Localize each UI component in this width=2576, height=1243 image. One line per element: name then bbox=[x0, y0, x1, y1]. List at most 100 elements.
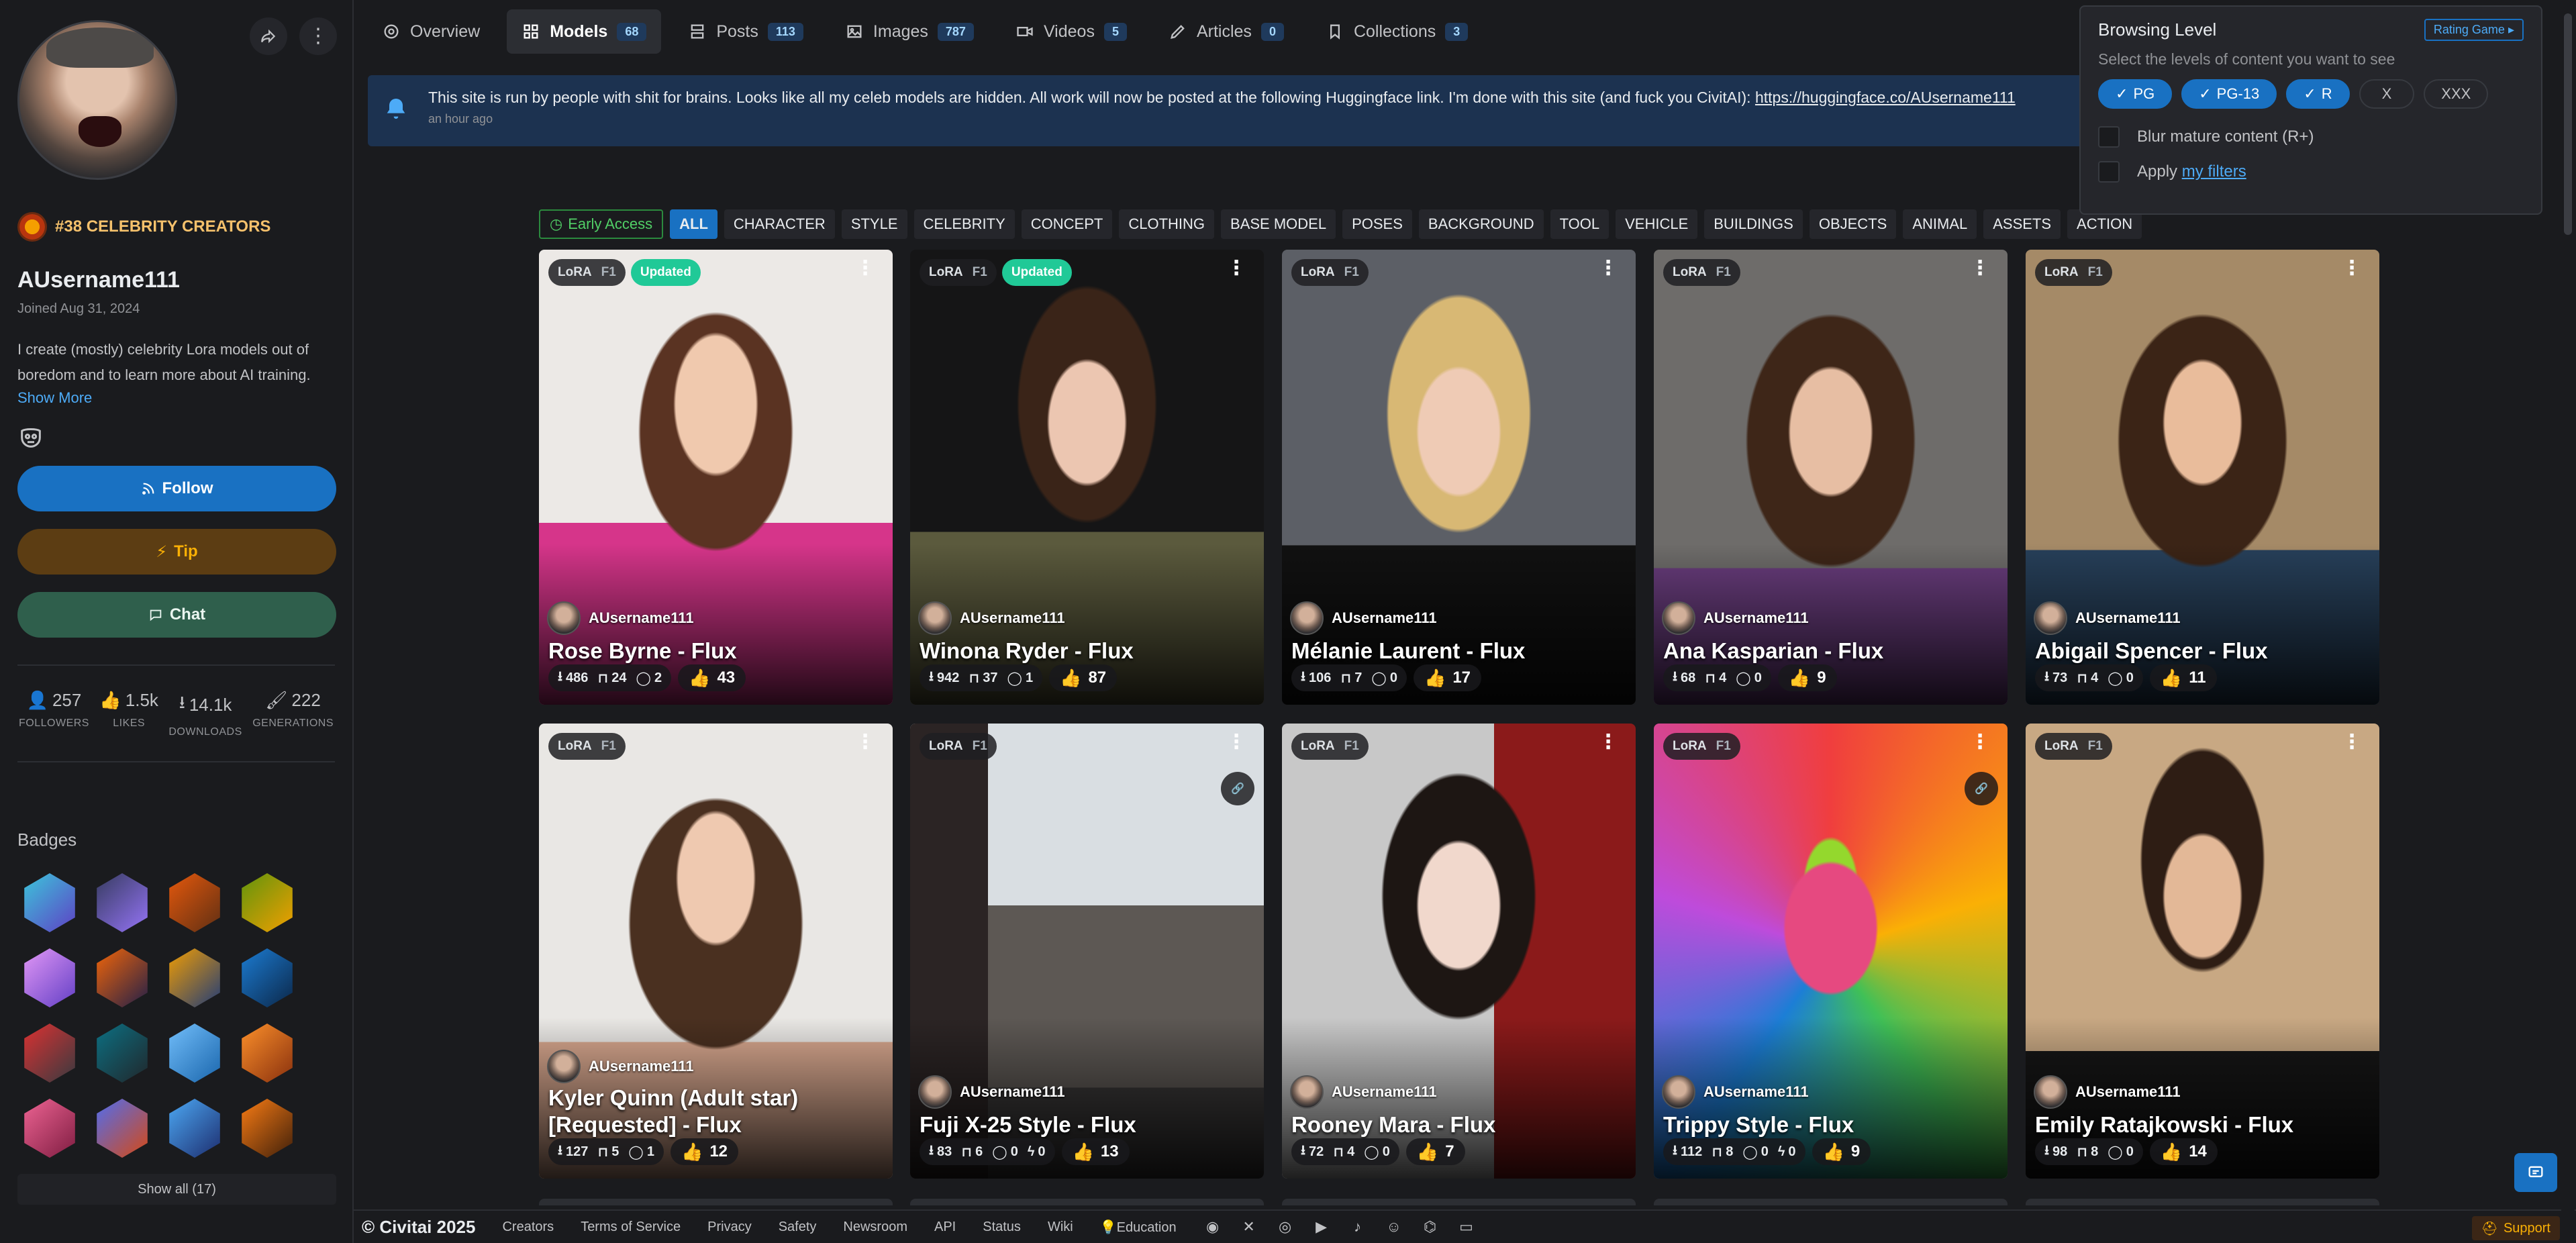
apply-filters-checkbox[interactable] bbox=[2098, 161, 2120, 183]
kebab-menu-icon[interactable]: ⋮ bbox=[1970, 258, 1990, 279]
filter-chip[interactable]: ANIMAL bbox=[1903, 209, 1977, 239]
model-card[interactable] bbox=[2026, 1199, 2379, 1205]
footer-link-education[interactable]: 💡Education bbox=[1100, 1219, 1177, 1236]
link-icon[interactable]: 🔗 bbox=[1965, 772, 1998, 805]
card-creator[interactable]: AUsername111 bbox=[918, 601, 1065, 635]
footer-link[interactable]: Wiki bbox=[1048, 1220, 1073, 1235]
badge-icon[interactable] bbox=[169, 1024, 220, 1083]
level-pg13-toggle[interactable]: ✓ PG-13 bbox=[2181, 79, 2277, 109]
mask-icon[interactable] bbox=[17, 424, 44, 451]
card-creator[interactable]: AUsername111 bbox=[547, 1050, 694, 1083]
model-card[interactable]: LoRA F1 ⋮ 🔗 AUsername111 Trippy Style - F… bbox=[1654, 724, 2008, 1179]
kebab-menu-icon[interactable]: ⋮ bbox=[855, 258, 875, 279]
model-card[interactable]: LoRA F1 Updated ⋮ AUsername111 Winona Ryd… bbox=[910, 250, 1264, 705]
like-button[interactable]: 👍 43 bbox=[678, 664, 746, 691]
model-card[interactable] bbox=[539, 1199, 893, 1205]
kebab-menu-icon[interactable]: ⋮ bbox=[1598, 732, 1618, 752]
model-card[interactable]: LoRA F1 ⋮ AUsername111 Ana Kasparian - Fl… bbox=[1654, 250, 2008, 705]
footer-link[interactable]: Creators bbox=[502, 1220, 554, 1235]
more-options-button[interactable]: ⋮ bbox=[299, 17, 337, 55]
tip-button[interactable]: ⚡ Tip bbox=[17, 529, 336, 575]
model-card[interactable]: LoRA F1 ⋮ AUsername111 Rooney Mara - Flux… bbox=[1282, 724, 1636, 1179]
card-creator[interactable]: AUsername111 bbox=[547, 601, 694, 635]
x-icon[interactable]: ✕ bbox=[1240, 1217, 1258, 1236]
filter-chip[interactable]: VEHICLE bbox=[1616, 209, 1698, 239]
like-button[interactable]: 👍 17 bbox=[1413, 664, 1482, 691]
tab-articles[interactable]: Articles 0 bbox=[1154, 9, 1299, 54]
badge-icon[interactable] bbox=[169, 1099, 220, 1158]
footer-link[interactable]: Privacy bbox=[707, 1220, 752, 1235]
filter-chip[interactable]: ASSETS bbox=[1983, 209, 2061, 239]
kebab-menu-icon[interactable]: ⋮ bbox=[2342, 732, 2362, 752]
page-scrollbar[interactable] bbox=[2561, 0, 2575, 1243]
youtube-icon[interactable]: ▶ bbox=[1312, 1217, 1331, 1236]
show-more-link[interactable]: Show More bbox=[17, 389, 335, 407]
my-filters-link[interactable]: my filters bbox=[2182, 162, 2246, 181]
like-button[interactable]: 👍 14 bbox=[2149, 1138, 2218, 1165]
like-button[interactable]: 👍 13 bbox=[1061, 1138, 1130, 1165]
filter-chip[interactable]: CELEBRITY bbox=[913, 209, 1015, 239]
card-creator[interactable]: AUsername111 bbox=[1290, 601, 1437, 635]
level-pg-toggle[interactable]: ✓ PG bbox=[2098, 79, 2173, 109]
like-button[interactable]: 👍 87 bbox=[1049, 664, 1118, 691]
footer-link[interactable]: Terms of Service bbox=[581, 1220, 681, 1235]
card-creator[interactable]: AUsername111 bbox=[2034, 1075, 2181, 1109]
blur-mature-checkbox[interactable] bbox=[2098, 126, 2120, 148]
badge-icon[interactable] bbox=[242, 1099, 293, 1158]
card-creator[interactable]: AUsername111 bbox=[1662, 601, 1809, 635]
scrollbar-thumb[interactable] bbox=[2564, 13, 2572, 235]
footer-link[interactable]: API bbox=[934, 1220, 956, 1235]
footer-link[interactable]: Status bbox=[983, 1220, 1021, 1235]
tab-posts[interactable]: Posts 113 bbox=[673, 9, 818, 54]
filter-chip[interactable]: CHARACTER bbox=[724, 209, 835, 239]
tab-videos[interactable]: Videos 5 bbox=[1001, 9, 1142, 54]
like-button[interactable]: 👍 9 bbox=[1812, 1138, 1871, 1165]
model-card[interactable] bbox=[1282, 1199, 1636, 1205]
rating-game-button[interactable]: Rating Game ▸ bbox=[2424, 19, 2524, 41]
like-button[interactable]: 👍 11 bbox=[2149, 664, 2217, 691]
filter-chip[interactable]: CLOTHING bbox=[1119, 209, 1215, 239]
like-button[interactable]: 👍 9 bbox=[1777, 664, 1837, 691]
model-card[interactable]: LoRA F1 ⋮ AUsername111 Abigail Spencer - … bbox=[2026, 250, 2379, 705]
show-all-badges-button[interactable]: Show all (17) bbox=[17, 1174, 336, 1205]
filter-chip[interactable]: TOOL bbox=[1550, 209, 1609, 239]
tab-images[interactable]: Images 787 bbox=[830, 9, 989, 54]
model-card[interactable] bbox=[1654, 1199, 2008, 1205]
chat-fab-button[interactable] bbox=[2514, 1153, 2557, 1192]
filter-chip[interactable]: OBJECTS bbox=[1809, 209, 1897, 239]
badge-icon[interactable] bbox=[24, 1024, 75, 1083]
badge-icon[interactable] bbox=[24, 948, 75, 1007]
creator-rank[interactable]: #38 CELEBRITY CREATORS bbox=[17, 212, 335, 242]
tab-models[interactable]: Models 68 bbox=[507, 9, 662, 54]
reddit-icon[interactable]: ☺ bbox=[1385, 1217, 1403, 1236]
discord-icon[interactable]: ◉ bbox=[1203, 1217, 1222, 1236]
model-card[interactable]: LoRA F1 ⋮ 🔗 AUsername111 Fuji X-25 Style … bbox=[910, 724, 1264, 1179]
github-icon[interactable]: ⌬ bbox=[1421, 1217, 1440, 1236]
instagram-icon[interactable]: ◎ bbox=[1276, 1217, 1295, 1236]
apply-filters-option[interactable]: Apply my filters bbox=[2098, 161, 2524, 183]
filter-chip[interactable]: POSES bbox=[1342, 209, 1412, 239]
badge-icon[interactable] bbox=[97, 948, 148, 1007]
share-button[interactable] bbox=[250, 17, 287, 55]
badge-icon[interactable] bbox=[24, 1099, 75, 1158]
twitch-icon[interactable]: ▭ bbox=[1457, 1217, 1476, 1236]
badge-icon[interactable] bbox=[242, 873, 293, 932]
blur-mature-option[interactable]: Blur mature content (R+) bbox=[2098, 126, 2524, 148]
kebab-menu-icon[interactable]: ⋮ bbox=[1226, 258, 1246, 279]
filter-chip[interactable]: BUILDINGS bbox=[1704, 209, 1803, 239]
kebab-menu-icon[interactable]: ⋮ bbox=[855, 732, 875, 752]
follow-button[interactable]: Follow bbox=[17, 466, 336, 511]
model-card[interactable]: LoRA F1 Updated ⋮ AUsername111 Rose Byrne… bbox=[539, 250, 893, 705]
tab-collections[interactable]: Collections 3 bbox=[1311, 9, 1483, 54]
level-r-toggle[interactable]: ✓ R bbox=[2286, 79, 2350, 109]
kebab-menu-icon[interactable]: ⋮ bbox=[1598, 258, 1618, 279]
link-icon[interactable]: 🔗 bbox=[1221, 772, 1254, 805]
like-button[interactable]: 👍 12 bbox=[670, 1138, 739, 1165]
footer-link[interactable]: Safety bbox=[779, 1220, 817, 1235]
like-button[interactable]: 👍 7 bbox=[1405, 1138, 1465, 1165]
filter-chip[interactable]: BASE MODEL bbox=[1221, 209, 1336, 239]
kebab-menu-icon[interactable]: ⋮ bbox=[1226, 732, 1246, 752]
model-card[interactable]: LoRA F1 ⋮ AUsername111 Mélanie Laurent - … bbox=[1282, 250, 1636, 705]
tiktok-icon[interactable]: ♪ bbox=[1348, 1217, 1367, 1236]
model-card[interactable] bbox=[910, 1199, 1264, 1205]
